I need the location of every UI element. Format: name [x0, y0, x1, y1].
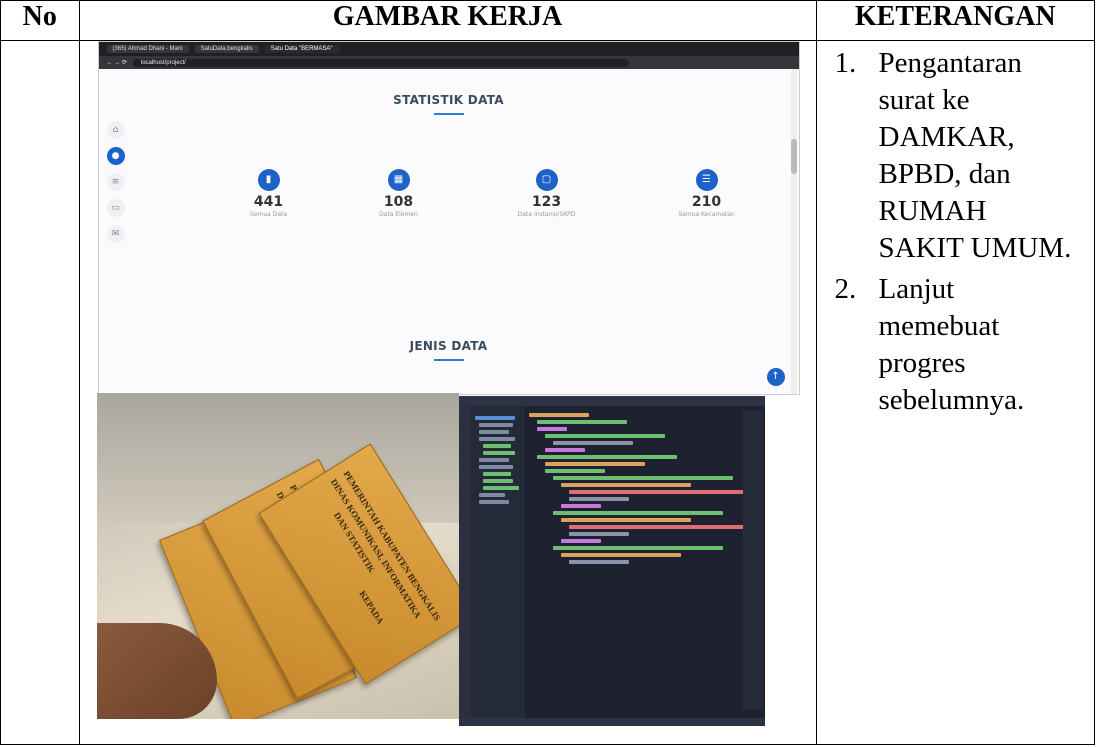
cell-gambar-kerja: (365) Ahmad Dhani - Mani SatuData.bengka…: [78, 40, 817, 745]
stat-value: 108: [383, 194, 414, 210]
code-editor-screenshot: [458, 396, 765, 726]
body-row: (365) Ahmad Dhani - Mani SatuData.bengka…: [0, 40, 1096, 745]
url-field: localhost/project/: [132, 58, 629, 67]
scrollbar-thumb: [790, 139, 797, 174]
chart-icon: ▮: [257, 169, 280, 191]
folder-icon: ▢: [535, 169, 558, 191]
page-scrollbar: [790, 69, 797, 394]
list-icon: ☰: [695, 169, 718, 191]
stat-label: Data Instansi/SKPD: [517, 211, 576, 218]
nav-arrows-icon: ← → ⟳: [106, 60, 127, 66]
page-sidebar: ⌂ ● ≡ ▭ ✉: [106, 121, 131, 251]
mail-icon: ✉: [106, 225, 125, 243]
browser-tab-3: Satu Data "BERMASA": [264, 45, 339, 53]
editor-code-area: [528, 410, 759, 567]
keterangan-list: 1. Pengantaran surat ke DAMKAR, BPBD, da…: [817, 45, 1094, 419]
home-icon: ⌂: [106, 121, 125, 139]
image-icon: ▭: [106, 199, 125, 217]
header-row: No GAMBAR KERJA KETERANGAN: [0, 0, 1096, 41]
stat-label: Data Elemen: [379, 211, 418, 218]
user-icon: ●: [106, 147, 125, 165]
scroll-top-button: ↑: [766, 368, 785, 386]
editor-file-tree: [470, 406, 525, 718]
item-number: 1.: [834, 47, 857, 79]
browser-tab-1: (365) Ahmad Dhani - Mani: [106, 45, 189, 53]
stat-value: 123: [531, 194, 562, 210]
editor-title-bar: [458, 396, 765, 406]
section-title-statistik: STATISTIK DATA: [393, 93, 504, 107]
editor-status-bar: [458, 718, 765, 726]
item-number: 2.: [834, 273, 857, 305]
stat-semua-data: ▮ 441 Semua Data: [209, 169, 329, 218]
editor-activity-bar: [458, 406, 471, 718]
browser-screenshot: (365) Ahmad Dhani - Mani SatuData.bengka…: [97, 41, 800, 395]
keterangan-item: 1. Pengantaran surat ke DAMKAR, BPBD, da…: [835, 45, 1094, 267]
title-underline-2: [433, 359, 464, 361]
stat-label: Semua Data: [249, 211, 288, 218]
editor-minimap: [742, 410, 763, 710]
browser-tab-2: SatuData.bengkalis: [194, 45, 259, 53]
header-gambar-kerja: GAMBAR KERJA: [78, 0, 817, 41]
item-text: Pengantaran surat ke DAMKAR, BPBD, dan R…: [878, 47, 1072, 264]
envelopes-photo: PEMERINTAH KABUPATEN BENGKALIS DINAS KOM…: [96, 393, 459, 719]
title-underline: [433, 113, 464, 115]
calendar-icon: ▦: [387, 169, 410, 191]
document-table: No GAMBAR KERJA KETERANGAN (365) Ahmad D…: [0, 0, 1096, 745]
header-no: No: [0, 0, 80, 41]
cell-no: [0, 40, 80, 745]
hand: [96, 623, 217, 719]
stat-label: Semua Kecamatan: [678, 211, 735, 218]
envelope-text: KEPADA: [356, 588, 386, 626]
header-keterangan: KETERANGAN: [815, 0, 1096, 41]
item-text: Lanjut memebuat progres sebelumnya.: [878, 273, 1025, 416]
keterangan-item: 2. Lanjut memebuat progres sebelumnya.: [835, 271, 1094, 419]
layers-icon: ≡: [106, 173, 125, 191]
section-title-jenis: JENIS DATA: [409, 339, 488, 353]
stat-data-instansi: ▢ 123 Data Instansi/SKPD: [487, 169, 607, 218]
stat-semua-kecamatan: ☰ 210 Semua Kecamatan: [647, 169, 767, 218]
cell-keterangan: 1. Pengantaran surat ke DAMKAR, BPBD, da…: [815, 40, 1096, 745]
web-page: STATISTIK DATA ⌂ ● ≡ ▭ ✉ ▮ 441 Semua Dat…: [98, 69, 799, 394]
address-bar: ← → ⟳ localhost/project/: [98, 56, 799, 69]
stat-value: 441: [253, 194, 284, 210]
stat-value: 210: [691, 194, 722, 210]
stat-data-elemen: ▦ 108 Data Elemen: [339, 169, 459, 218]
browser-tab-bar: (365) Ahmad Dhani - Mani SatuData.bengka…: [98, 42, 799, 56]
